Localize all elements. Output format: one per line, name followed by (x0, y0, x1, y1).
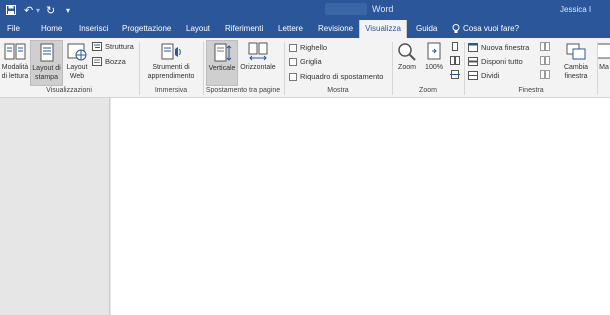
split-button[interactable]: Dividi (468, 71, 499, 80)
document-name-redacted (325, 3, 367, 15)
navigation-pane-check[interactable] (289, 72, 297, 81)
zoom-100-label: 100% (425, 64, 443, 71)
zoom-button[interactable]: Zoom (395, 40, 419, 72)
user-name[interactable]: Jessica I (560, 5, 591, 14)
switch-windows-label: Cambia finestra (563, 64, 589, 80)
tell-me-search[interactable]: Cosa vuoi fare? (463, 20, 519, 38)
document-page[interactable] (111, 98, 610, 315)
print-layout-label: Layout di stampa (32, 65, 61, 81)
tab-home[interactable]: Home (41, 20, 62, 38)
navigation-pane-checkbox[interactable]: Riquadro di spostamento (289, 72, 383, 81)
side-to-side-label: Orizzontale (240, 64, 276, 71)
web-layout-button[interactable]: Layout Web (64, 40, 90, 81)
learning-tools-label: Strumenti di apprendimento (147, 64, 195, 80)
redo-icon[interactable]: ↻ (46, 3, 55, 17)
arrange-all-label: Disponi tutto (481, 57, 523, 66)
side-to-side-icon (248, 42, 268, 61)
split-icon (468, 71, 478, 80)
web-layout-icon (67, 43, 87, 61)
draft-icon (92, 57, 102, 66)
group-label-zoom: Zoom (419, 87, 437, 94)
group-label-finestra: Finestra (518, 87, 544, 94)
ribbon-tabs: File Home Inserisci Progettazione Layout… (0, 20, 610, 38)
tab-revisione[interactable]: Revisione (318, 20, 353, 38)
ruler-checkbox[interactable]: Righello (289, 43, 327, 52)
view-side-by-side-icon[interactable] (540, 42, 550, 51)
one-page-icon[interactable] (450, 42, 460, 51)
draft-button[interactable]: Bozza (92, 57, 126, 66)
vertical-button[interactable]: Verticale (206, 40, 238, 86)
gridlines-label: Griglia (300, 57, 322, 66)
outline-label: Struttura (105, 42, 134, 51)
arrange-all-icon (468, 57, 478, 66)
vertical-label: Verticale (208, 65, 236, 72)
group-label-immersiva: Immersiva (154, 87, 188, 94)
switch-windows-button[interactable]: Cambia finestra (556, 40, 596, 81)
save-icon[interactable] (6, 3, 16, 17)
tab-progettazione[interactable]: Progettazione (122, 20, 171, 38)
ruler-check[interactable] (289, 43, 297, 52)
switch-windows-icon (566, 43, 586, 60)
workspace-margin (0, 98, 110, 315)
tab-file[interactable]: File (7, 20, 20, 38)
macros-button[interactable]: Ma (598, 40, 610, 72)
tab-inserisci[interactable]: Inserisci (79, 20, 108, 38)
multiple-pages-icon[interactable] (450, 56, 460, 65)
vertical-scroll-icon (214, 43, 232, 62)
tab-guida[interactable]: Guida (416, 20, 437, 38)
macros-icon (598, 43, 610, 59)
outline-icon (92, 42, 102, 51)
tab-riferimenti[interactable]: Riferimenti (225, 20, 263, 38)
reset-window-position-icon[interactable] (540, 70, 550, 79)
split-label: Dividi (481, 71, 500, 80)
learning-tools-button[interactable]: Strumenti di apprendimento (143, 40, 199, 81)
tab-layout[interactable]: Layout (186, 20, 210, 38)
print-layout-icon (40, 43, 53, 62)
outline-button[interactable]: Struttura (92, 42, 134, 51)
undo-dropdown-icon[interactable]: ▾ (36, 3, 40, 17)
new-window-icon (468, 43, 478, 52)
zoom-100-icon (427, 42, 441, 60)
ribbon-visualizza: Modalità di lettura Layout di stampa Lay… (0, 38, 610, 98)
print-layout-button[interactable]: Layout di stampa (30, 40, 63, 86)
magnifier-icon (398, 43, 416, 61)
group-label-spostamento: Spostamento tra pagine (205, 87, 281, 94)
lightbulb-icon (452, 20, 462, 38)
title-bar: ↶ ▾ ↻ ▾ Word Jessica I (0, 0, 610, 20)
group-label-visualizzazioni: Visualizzazioni (46, 87, 92, 94)
undo-icon[interactable]: ↶ (24, 3, 33, 17)
learning-tools-icon (161, 43, 181, 60)
zoom-100-button[interactable]: 100% (421, 40, 447, 72)
tab-visualizza[interactable]: Visualizza (359, 20, 407, 38)
page-width-icon[interactable] (450, 70, 460, 79)
group-label-mostra: Mostra (327, 87, 349, 94)
reading-mode-label: Modalità di lettura (1, 64, 29, 80)
window-title: Word (372, 4, 394, 14)
new-window-button[interactable]: Nuova finestra (468, 43, 529, 52)
new-window-label: Nuova finestra (481, 43, 530, 52)
reading-mode-button[interactable]: Modalità di lettura (0, 40, 30, 81)
side-to-side-button[interactable]: Orizzontale (239, 40, 277, 72)
gridlines-checkbox[interactable]: Griglia (289, 57, 322, 66)
reading-mode-icon (4, 43, 26, 60)
navigation-pane-label: Riquadro di spostamento (300, 72, 384, 81)
web-layout-label: Layout Web (66, 64, 88, 80)
arrange-all-button[interactable]: Disponi tutto (468, 57, 523, 66)
draft-label: Bozza (105, 57, 126, 66)
gridlines-check[interactable] (289, 57, 297, 66)
ruler-label: Righello (300, 43, 328, 52)
customize-toolbar-icon[interactable]: ▾ (66, 3, 70, 17)
macros-label: Ma (599, 64, 609, 71)
zoom-label: Zoom (398, 64, 416, 71)
tab-lettere[interactable]: Lettere (278, 20, 303, 38)
synchronous-scrolling-icon[interactable] (540, 56, 550, 65)
